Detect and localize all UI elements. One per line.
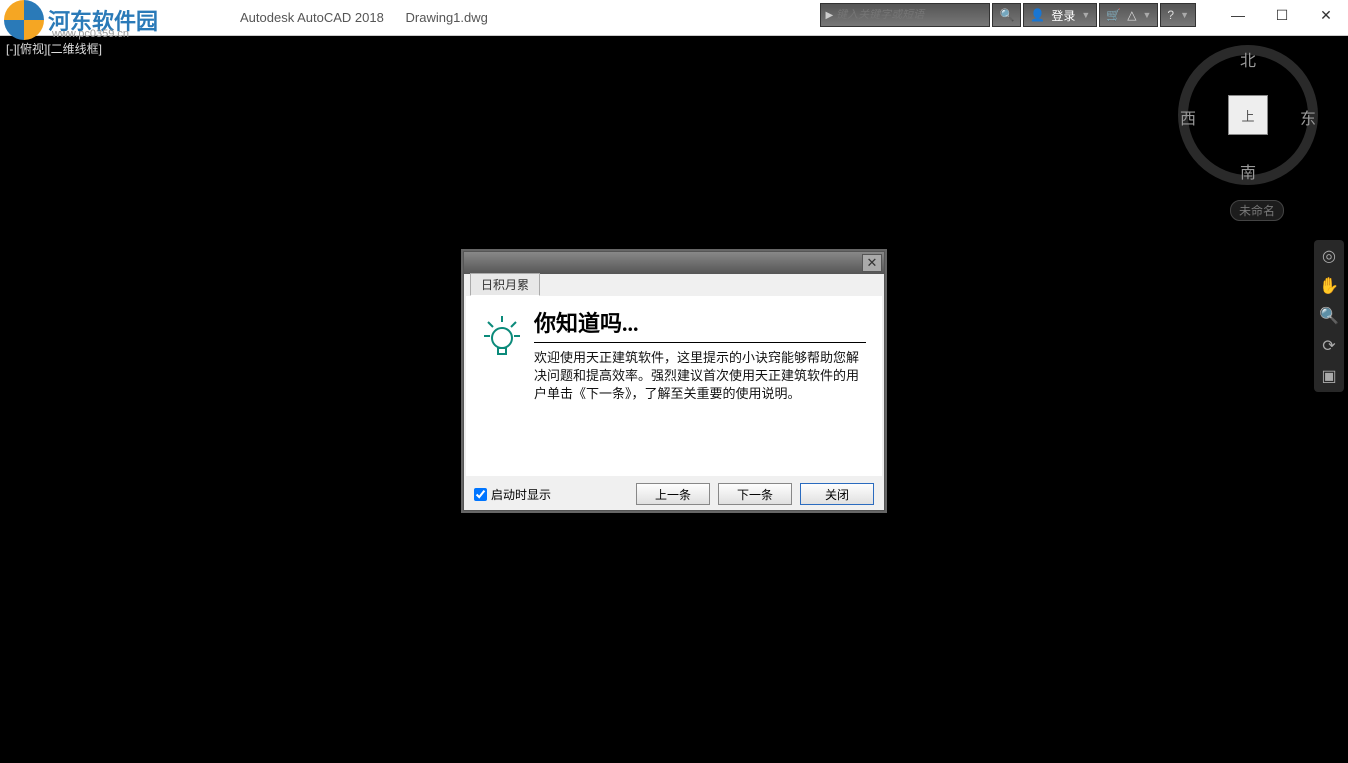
titlebar-right: ▶ 🔍 👤 登录 ▼ 🛒 △ ▼ ? ▼ — ☐ ✕ xyxy=(820,0,1348,30)
pan-icon[interactable]: ✋ xyxy=(1319,276,1339,296)
dialog-tabbar: 日积月累 xyxy=(464,274,884,294)
app-store-icon[interactable]: △ xyxy=(1127,8,1136,22)
binoculars-icon[interactable]: 🔍 xyxy=(999,8,1014,22)
prev-tip-button[interactable]: 上一条 xyxy=(636,483,710,505)
compass-south[interactable]: 南 xyxy=(1240,159,1256,183)
infocenter-search[interactable]: ▶ xyxy=(820,3,990,27)
document-name: Drawing1.dwg xyxy=(406,10,488,25)
cart-icon[interactable]: 🛒 xyxy=(1106,8,1121,22)
window-title: Autodesk AutoCAD 2018 Drawing1.dwg xyxy=(240,10,488,25)
next-tip-button[interactable]: 下一条 xyxy=(718,483,792,505)
dialog-close-button[interactable]: ✕ xyxy=(862,254,882,272)
view-unnamed-button[interactable]: 未命名 xyxy=(1230,200,1284,221)
lightbulb-icon xyxy=(482,314,522,466)
navigation-bar: ◎ ✋ 🔍 ⟳ ▣ xyxy=(1314,240,1344,392)
chevron-down-icon: ▼ xyxy=(1180,10,1189,20)
show-on-start-label: 启动时显示 xyxy=(491,486,551,503)
titlebar: 河东软件园 www.pc0359.cn Autodesk AutoCAD 201… xyxy=(0,0,1348,36)
dialog-body: 你知道吗... 欢迎使用天正建筑软件，这里提示的小诀窍能够帮助您解决问题和提高效… xyxy=(466,296,882,476)
chevron-down-icon: ▼ xyxy=(1142,10,1151,20)
dialog-titlebar[interactable]: ✕ xyxy=(464,252,884,274)
help-icon: ? xyxy=(1167,8,1174,22)
account-panel[interactable]: 👤 登录 ▼ xyxy=(1023,3,1097,27)
close-button[interactable]: ✕ xyxy=(1304,0,1348,30)
viewcube[interactable]: 上 北 南 东 西 xyxy=(1178,45,1318,185)
search-button-panel: 🔍 xyxy=(992,3,1021,27)
orbit-icon[interactable]: ⟳ xyxy=(1322,336,1335,356)
show-on-start-input[interactable] xyxy=(474,488,487,501)
person-icon: 👤 xyxy=(1030,8,1045,22)
compass-east[interactable]: 东 xyxy=(1300,105,1316,129)
tips-dialog: ✕ 日积月累 你知道吗... 欢迎使用天正建筑软件，这里提示的小诀窍能够帮助您解… xyxy=(463,251,885,511)
steering-wheel-icon[interactable]: ◎ xyxy=(1322,246,1336,266)
help-panel[interactable]: ? ▼ xyxy=(1160,3,1196,27)
close-dialog-button[interactable]: 关闭 xyxy=(800,483,874,505)
tip-text: 欢迎使用天正建筑软件，这里提示的小诀窍能够帮助您解决问题和提高效率。强烈建议首次… xyxy=(534,349,866,404)
search-arrow-icon: ▶ xyxy=(825,10,833,21)
dialog-tab[interactable]: 日积月累 xyxy=(470,273,540,296)
logo-subtitle: www.pc0359.cn xyxy=(52,28,129,40)
logo-icon xyxy=(4,0,44,40)
dialog-footer: 启动时显示 上一条 下一条 关闭 xyxy=(464,478,884,510)
minimize-button[interactable]: — xyxy=(1216,0,1260,30)
showmotion-icon[interactable]: ▣ xyxy=(1321,366,1336,386)
maximize-button[interactable]: ☐ xyxy=(1260,0,1304,30)
watermark-logo: 河东软件园 www.pc0359.cn xyxy=(0,0,158,40)
compass-west[interactable]: 西 xyxy=(1180,105,1196,129)
exchange-panel: 🛒 △ ▼ xyxy=(1099,3,1158,27)
window-controls: — ☐ ✕ xyxy=(1216,0,1348,30)
chevron-down-icon: ▼ xyxy=(1081,10,1090,20)
tip-content: 你知道吗... 欢迎使用天正建筑软件，这里提示的小诀窍能够帮助您解决问题和提高效… xyxy=(534,306,866,466)
app-name: Autodesk AutoCAD 2018 xyxy=(240,10,384,25)
compass-north[interactable]: 北 xyxy=(1240,47,1256,71)
viewcube-face-top[interactable]: 上 xyxy=(1228,95,1268,135)
viewport-label[interactable]: [-][俯视][二维线框] xyxy=(6,40,102,57)
tip-heading: 你知道吗... xyxy=(534,306,866,343)
login-label: 登录 xyxy=(1051,7,1075,24)
zoom-icon[interactable]: 🔍 xyxy=(1319,306,1339,326)
search-input[interactable] xyxy=(836,9,985,21)
show-on-start-checkbox[interactable]: 启动时显示 xyxy=(474,486,628,503)
